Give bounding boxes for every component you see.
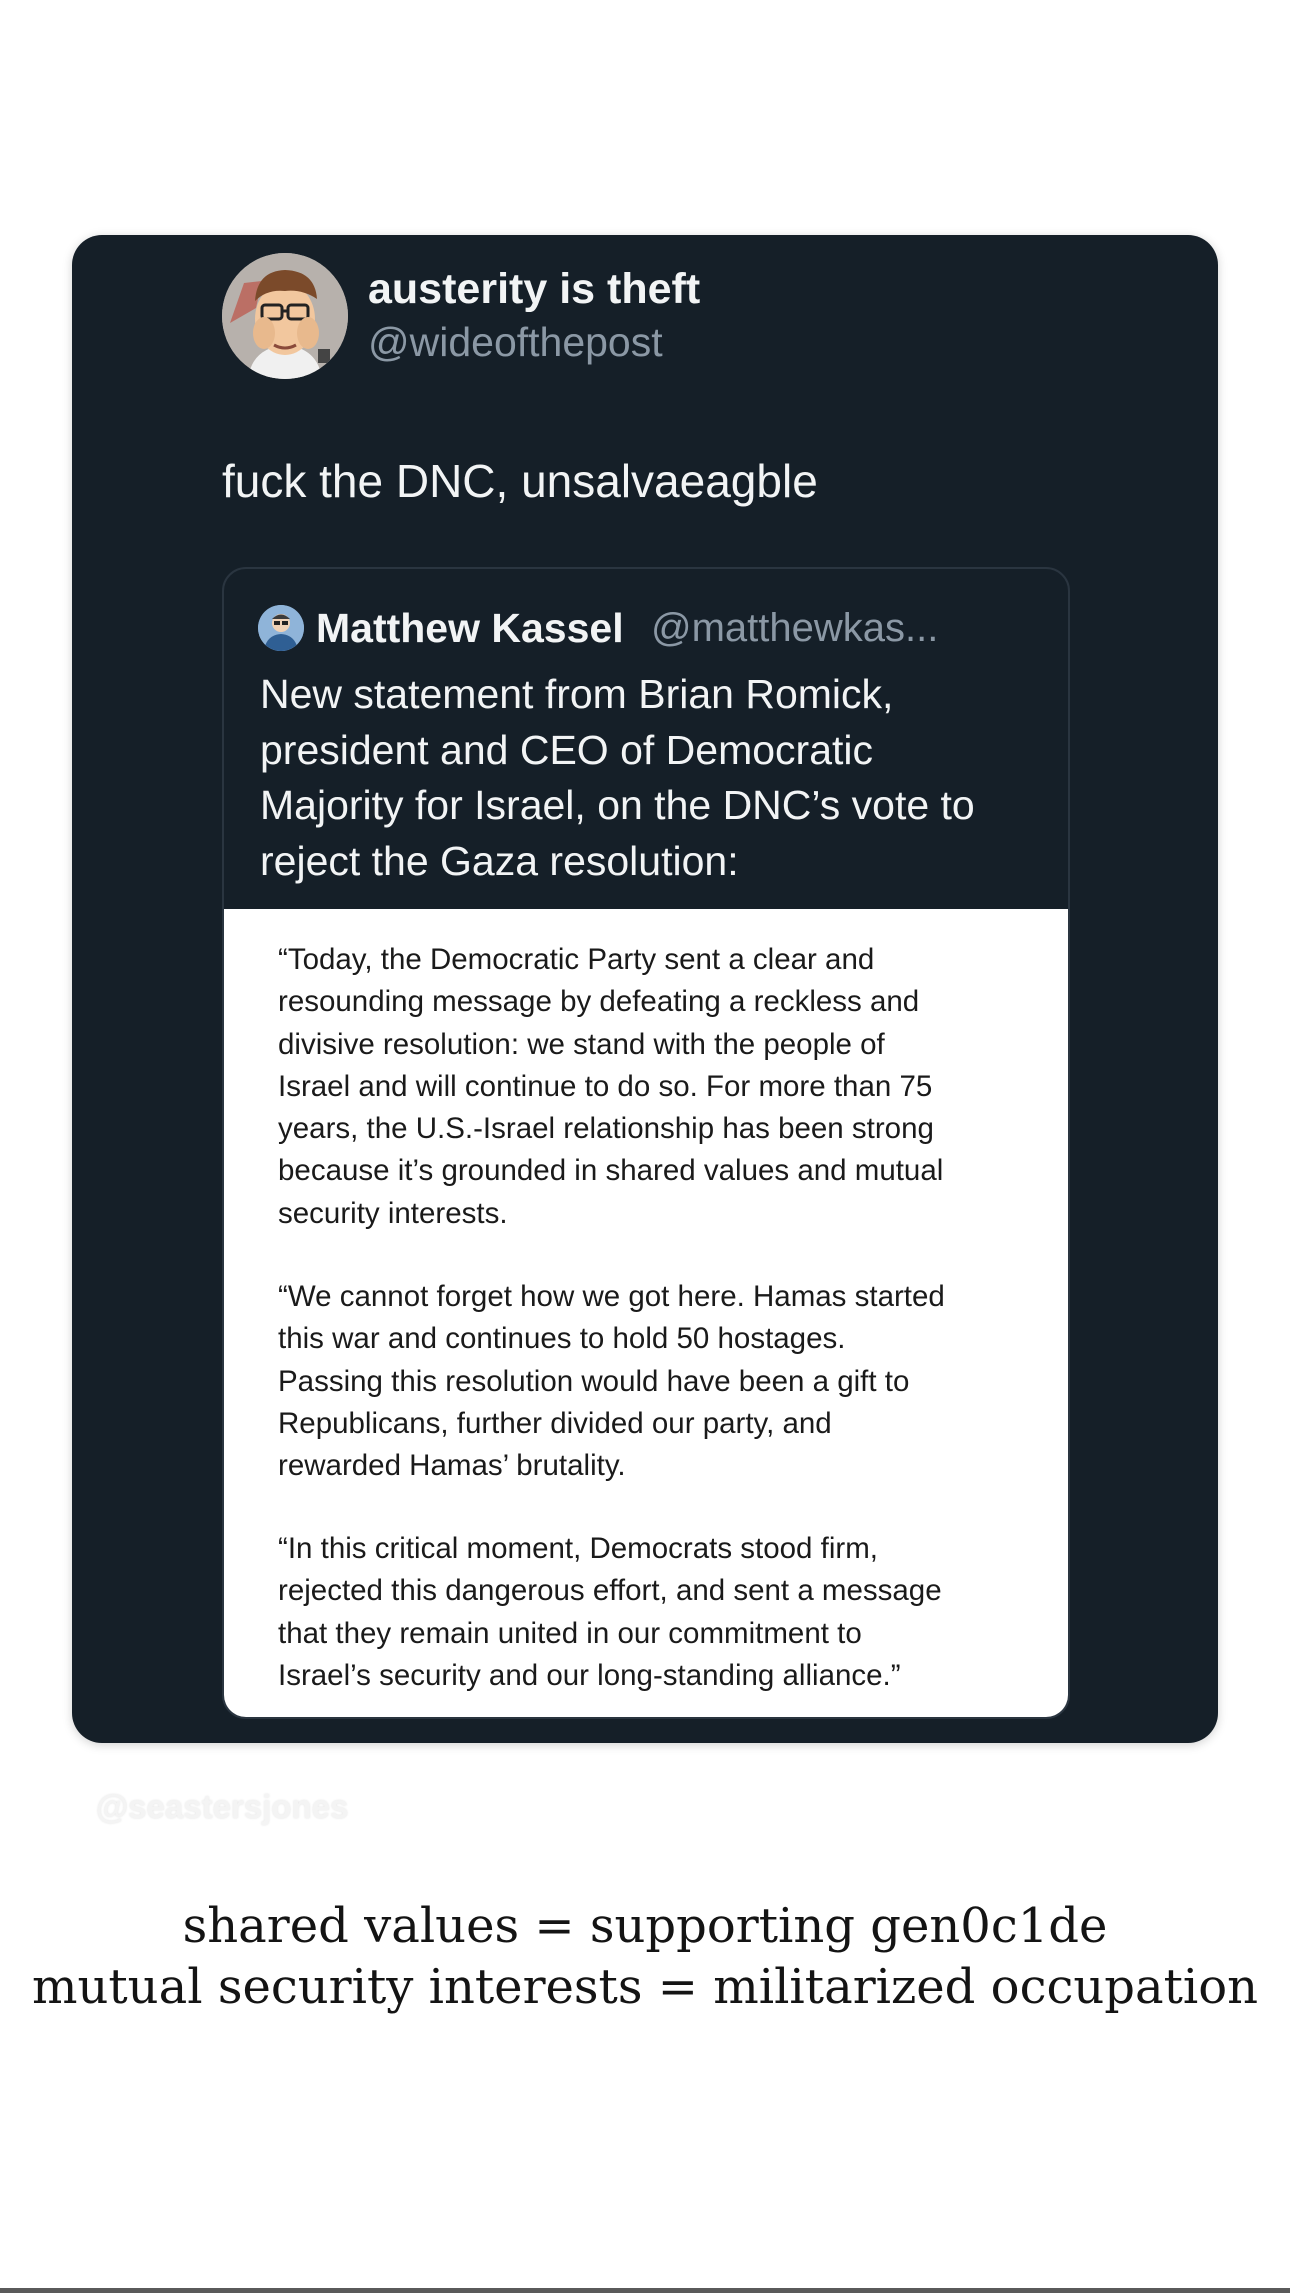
tweet-text: fuck the DNC, unsalvaeagble (222, 455, 818, 507)
statement-image[interactable]: “Today, the Democratic Party sent a clea… (224, 909, 1068, 1717)
statement-paragraph-1: “Today, the Democratic Party sent a clea… (278, 939, 943, 1235)
quoted-text-line: reject the Gaza resolution: (260, 837, 739, 884)
statement-line: rejected this dangerous effort, and sent… (278, 1574, 942, 1608)
statement-line: because it’s grounded in shared values a… (278, 1154, 944, 1188)
watermark: @seastersjones (96, 1788, 349, 1825)
quoted-author-avatar[interactable] (258, 605, 304, 651)
caption-line-2: mutual security interests = militarized … (31, 1959, 1259, 2015)
author-handle[interactable]: @wideofthepost (368, 316, 663, 368)
caption-line-1: shared values = supporting gen0c1de (182, 1898, 1108, 1954)
bottom-divider (0, 2288, 1290, 2293)
statement-line: years, the U.S.-Israel relationship has … (278, 1112, 934, 1146)
statement-paragraph-2: “We cannot forget how we got here. Hamas… (278, 1276, 945, 1487)
quoted-tweet[interactable]: Matthew Kassel @matthewkas... New statem… (222, 567, 1070, 1719)
statement-line: “In this critical moment, Democrats stoo… (278, 1532, 878, 1565)
statement-line: resounding message by defeating a reckle… (278, 985, 920, 1019)
quoted-text-line: president and CEO of Democratic (260, 726, 873, 773)
statement-paragraph-3: “In this critical moment, Democrats stoo… (278, 1528, 942, 1697)
statement-line: rewarded Hamas’ brutality. (278, 1449, 626, 1483)
author-avatar[interactable] (222, 253, 348, 379)
story-caption: shared values = supporting gen0c1de mutu… (0, 1896, 1290, 2018)
statement-line: Passing this resolution would have been … (278, 1364, 910, 1398)
statement-line: Israel and will continue to do so. For m… (278, 1069, 933, 1103)
quoted-tweet-text: New statement from Brian Romick, preside… (260, 667, 1050, 889)
statement-line: “Today, the Democratic Party sent a clea… (278, 943, 875, 976)
statement-line: Israel’s security and our long-standing … (278, 1658, 901, 1692)
quoted-text-line: Majority for Israel, on the DNC’s vote t… (260, 782, 975, 828)
quoted-author-name[interactable]: Matthew Kassel (316, 601, 624, 655)
statement-line: “We cannot forget how we got here. Hamas… (278, 1280, 945, 1313)
author-name[interactable]: austerity is theft (368, 262, 700, 316)
statement-line: this war and continues to hold 50 hostag… (278, 1322, 846, 1356)
statement-line: divisive resolution: we stand with the p… (278, 1027, 885, 1061)
statement-line: that they remain united in our commitmen… (278, 1616, 862, 1650)
cartoon-avatar-icon (222, 253, 348, 379)
statement-line: Republicans, further divided our party, … (278, 1406, 832, 1440)
quoted-author-handle[interactable]: @matthewkas... (651, 601, 938, 655)
statement-line: security interests. (278, 1196, 508, 1230)
quoted-text-line: New statement from Brian Romick, (260, 671, 894, 717)
user-avatar-icon (258, 605, 304, 651)
